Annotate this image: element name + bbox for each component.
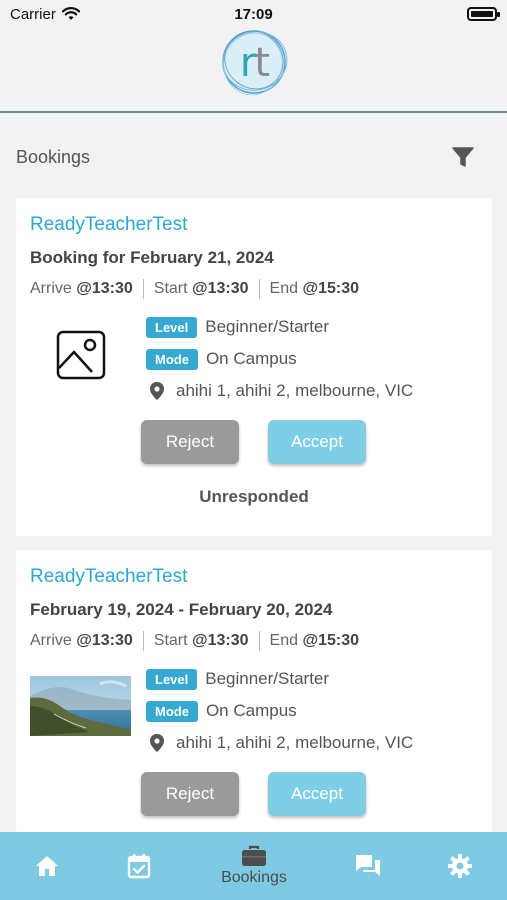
address-text: ahihi 1, ahihi 2, melbourne, VIC	[176, 733, 414, 752]
booking-meta: Level Beginner/Starter Mode On Campus ah…	[146, 311, 413, 407]
mode-value: On Campus	[205, 701, 297, 720]
divider	[258, 279, 260, 299]
chat-icon	[356, 855, 380, 876]
address-row: ahihi 1, ahihi 2, melbourne, VIC	[146, 727, 413, 759]
nav-home[interactable]	[22, 832, 72, 900]
nav-settings[interactable]	[435, 832, 485, 900]
location-pin-icon	[150, 734, 164, 752]
page-title: Bookings	[16, 147, 91, 167]
logo-text: rt	[220, 40, 288, 86]
booking-card[interactable]: ReadyTeacherTest February 19, 2024 - Feb…	[16, 550, 492, 832]
level-row: Level Beginner/Starter	[146, 663, 413, 695]
end-time: @15:30	[302, 632, 359, 649]
briefcase-icon	[242, 845, 266, 866]
booking-times: Arrive @13:30 Start @13:30 End @15:30	[30, 631, 359, 651]
carrier-label: Carrier	[10, 5, 56, 23]
booking-meta: Level Beginner/Starter Mode On Campus ah…	[146, 663, 413, 759]
logo-letter-t: t	[254, 40, 270, 86]
nav-messages[interactable]	[343, 832, 393, 900]
teacher-name[interactable]: ReadyTeacherTest	[30, 214, 187, 236]
bottom-nav: Bookings	[0, 832, 507, 900]
booking-date: February 19, 2024 - February 20, 2024	[30, 600, 333, 619]
calendar-check-icon	[127, 854, 151, 879]
end-time: @15:30	[302, 280, 359, 297]
status-label: Unresponded	[199, 487, 309, 506]
end-label: End	[269, 280, 299, 297]
nav-calendar[interactable]	[114, 832, 164, 900]
nav-bookings-label: Bookings	[221, 869, 287, 886]
accept-button[interactable]: Accept	[268, 772, 366, 816]
app-logo: rt	[220, 28, 288, 96]
level-value: Beginner/Starter	[205, 669, 330, 688]
start-time: @13:30	[192, 632, 249, 649]
mode-row: Mode On Campus	[146, 343, 413, 375]
booking-card[interactable]: ReadyTeacherTest Booking for February 21…	[16, 198, 492, 536]
battery-icon	[467, 7, 500, 21]
status-left: Carrier	[10, 6, 80, 23]
logo-letter-r: r	[239, 40, 257, 86]
reject-button[interactable]: Reject	[141, 420, 239, 464]
divider	[258, 631, 260, 651]
level-value: Beginner/Starter	[205, 317, 330, 336]
gear-icon	[448, 854, 472, 878]
level-row: Level Beginner/Starter	[146, 311, 413, 343]
wifi-icon	[61, 7, 80, 20]
divider	[142, 279, 144, 299]
filter-icon[interactable]	[451, 146, 475, 168]
nav-bookings[interactable]: Bookings	[204, 832, 304, 900]
booking-date: Booking for February 21, 2024	[30, 248, 274, 267]
location-pin-icon	[150, 382, 164, 400]
coastline-photo-image	[30, 676, 131, 736]
teacher-name[interactable]: ReadyTeacherTest	[30, 566, 187, 588]
mode-badge: Mode	[146, 700, 198, 722]
mode-badge: Mode	[146, 348, 198, 370]
reject-button[interactable]: Reject	[141, 772, 239, 816]
start-label: Start	[153, 280, 188, 297]
arrive-time: @13:30	[76, 632, 133, 649]
accept-button[interactable]: Accept	[268, 420, 366, 464]
level-badge: Level	[146, 316, 198, 338]
arrive-time: @13:30	[76, 280, 133, 297]
arrive-label: Arrive	[30, 632, 72, 649]
end-label: End	[269, 632, 299, 649]
mode-row: Mode On Campus	[146, 695, 413, 727]
start-time: @13:30	[192, 280, 249, 297]
start-label: Start	[153, 632, 188, 649]
arrive-label: Arrive	[30, 280, 72, 297]
image-placeholder-icon	[56, 330, 106, 380]
mode-value: On Campus	[205, 349, 297, 368]
divider	[142, 631, 144, 651]
home-icon	[36, 856, 58, 876]
level-badge: Level	[146, 668, 198, 690]
app-header: rt	[0, 28, 507, 113]
address-text: ahihi 1, ahihi 2, melbourne, VIC	[176, 381, 414, 400]
address-row: ahihi 1, ahihi 2, melbourne, VIC	[146, 375, 413, 407]
booking-times: Arrive @13:30 Start @13:30 End @15:30	[30, 279, 359, 299]
coastline-photo	[30, 676, 131, 736]
status-bar: Carrier 17:09	[0, 0, 507, 28]
